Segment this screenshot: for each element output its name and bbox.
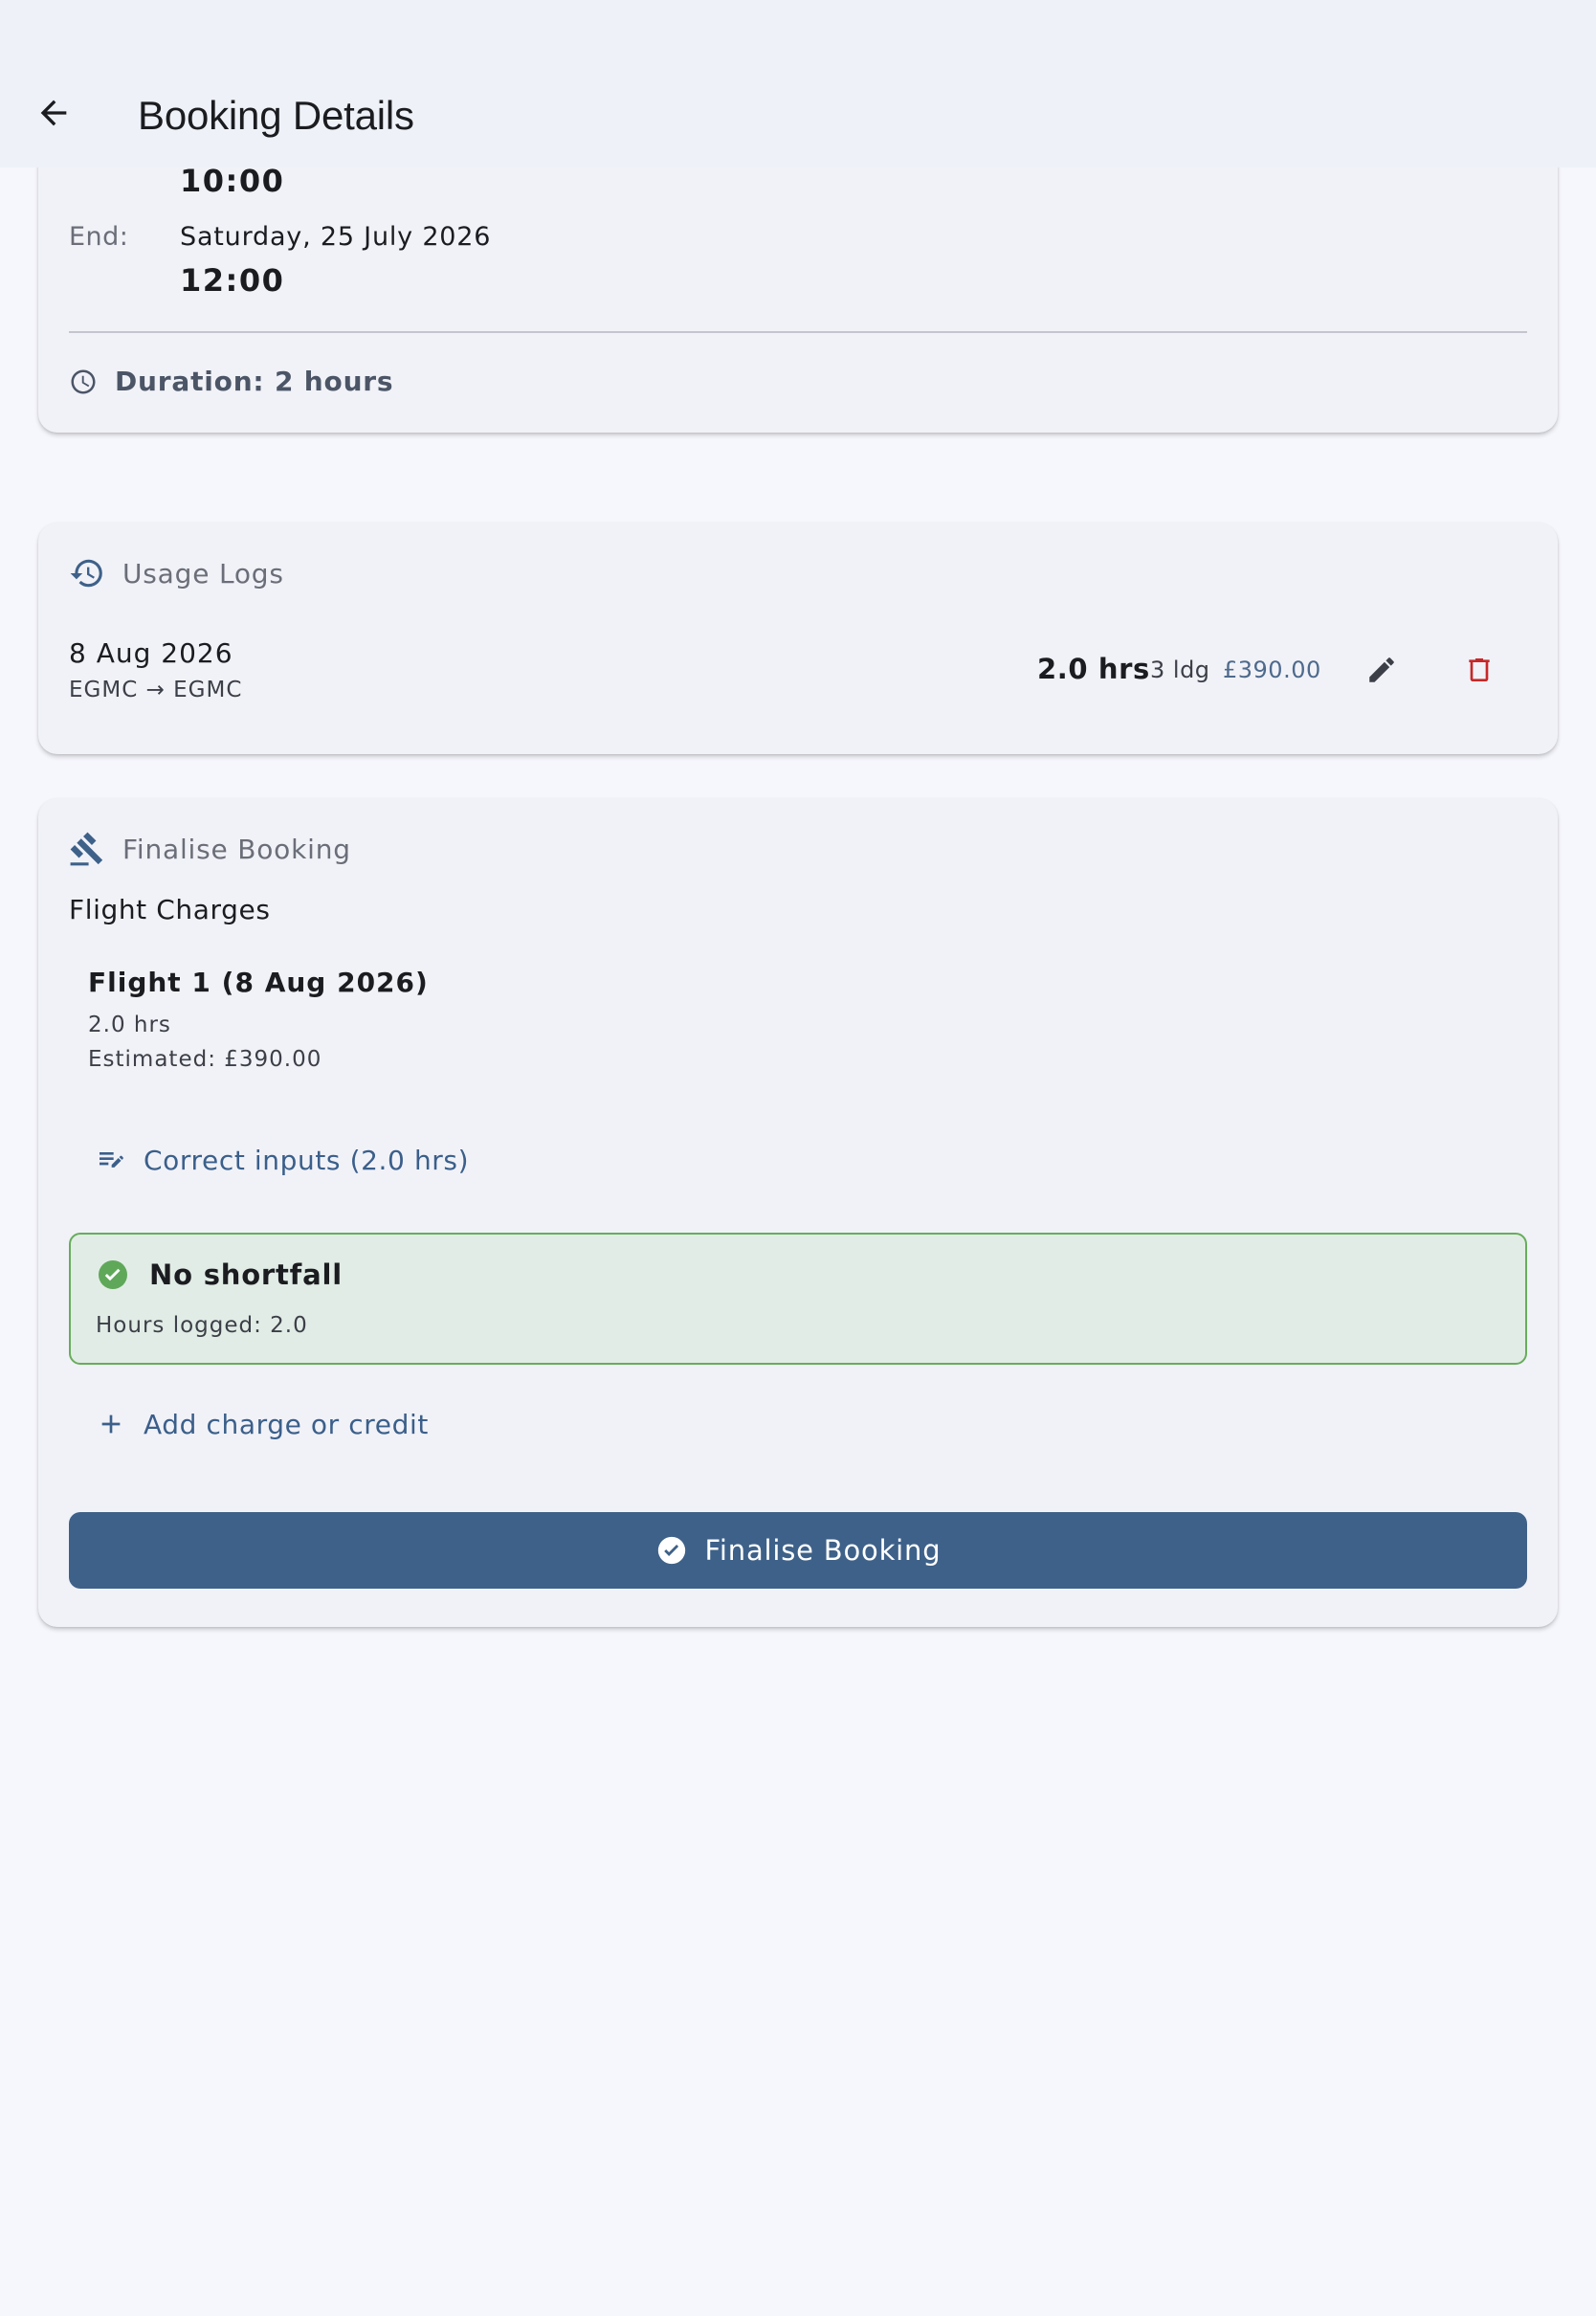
check-circle-icon — [655, 1534, 688, 1567]
add-charge-label: Add charge or credit — [144, 1408, 429, 1440]
log-route: EGMC → EGMC — [69, 678, 243, 702]
finalise-card: Finalise Booking Flight Charges Flight 1… — [38, 798, 1558, 1627]
shortfall-title: No shortfall — [149, 1258, 343, 1291]
usage-logs-title: Usage Logs — [122, 557, 284, 590]
plus-icon — [96, 1409, 126, 1439]
end-time: 12:00 — [180, 262, 285, 299]
gavel-icon — [69, 831, 105, 867]
divider — [69, 331, 1527, 333]
edit-note-icon — [96, 1145, 126, 1175]
finalise-booking-button[interactable]: Finalise Booking — [69, 1512, 1527, 1589]
usage-logs-card: Usage Logs 8 Aug 2026 EGMC → EGMC 2.0 hr… — [38, 523, 1558, 754]
finalise-header: Finalise Booking — [69, 831, 351, 867]
flight-estimate: Estimated: £390.00 — [88, 1047, 322, 1072]
flight-charges-label: Flight Charges — [69, 894, 271, 925]
log-hours: 2.0 hrs — [1037, 653, 1150, 685]
log-date: 8 Aug 2026 — [69, 637, 233, 669]
pencil-icon — [1365, 654, 1398, 686]
correct-inputs-button[interactable]: Correct inputs (2.0 hrs) — [82, 1129, 482, 1191]
end-date: Saturday, 25 July 2026 — [180, 222, 492, 252]
shortfall-header: No shortfall — [96, 1258, 343, 1292]
arrow-left-icon — [34, 94, 73, 132]
correct-inputs-label: Correct inputs (2.0 hrs) — [144, 1144, 470, 1176]
log-price: £390.00 — [1223, 657, 1321, 683]
duration-row: Duration: 2 hours — [69, 366, 393, 397]
add-charge-button[interactable]: Add charge or credit — [82, 1393, 442, 1455]
edit-log-button[interactable] — [1351, 639, 1412, 701]
app-bar: Booking Details — [0, 0, 1596, 167]
clock-icon — [69, 367, 98, 396]
shortfall-detail: Hours logged: 2.0 — [96, 1313, 308, 1338]
history-icon — [69, 555, 105, 591]
page-title: Booking Details — [138, 93, 414, 138]
delete-log-button[interactable] — [1449, 639, 1510, 701]
shortfall-status: No shortfall Hours logged: 2.0 — [69, 1233, 1527, 1365]
duration-text: Duration: 2 hours — [115, 366, 394, 397]
trash-icon — [1464, 655, 1495, 685]
flight-hours: 2.0 hrs — [88, 1013, 171, 1037]
log-landings: 3 ldg — [1150, 657, 1210, 683]
flight-title: Flight 1 (8 Aug 2026) — [88, 967, 429, 998]
finalise-booking-label: Finalise Booking — [704, 1534, 942, 1567]
finalise-title: Finalise Booking — [122, 833, 351, 865]
back-button[interactable] — [19, 78, 88, 147]
check-circle-icon — [96, 1258, 130, 1292]
start-time: 10:00 — [180, 163, 285, 199]
usage-logs-header: Usage Logs — [69, 555, 284, 591]
end-label: End: — [69, 222, 129, 252]
